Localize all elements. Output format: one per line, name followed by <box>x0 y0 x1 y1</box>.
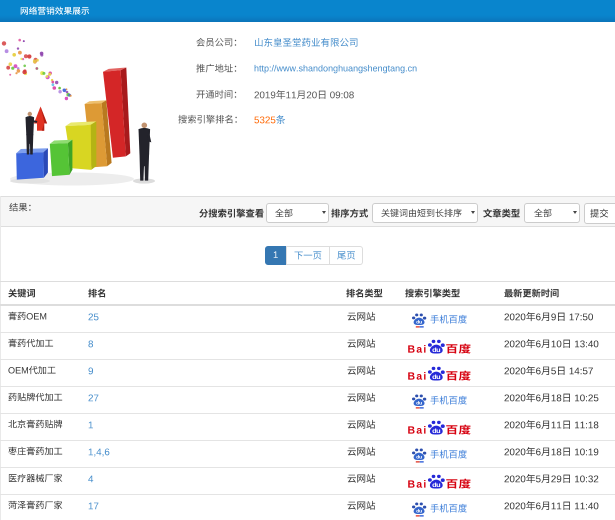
svg-text:du: du <box>432 347 440 354</box>
svg-text:du: du <box>416 455 422 461</box>
svg-text:du: du <box>416 509 422 515</box>
svg-text:du: du <box>432 482 440 489</box>
svg-text:du: du <box>416 401 422 407</box>
svg-text:du: du <box>432 374 440 381</box>
svg-text:du: du <box>432 428 440 435</box>
svg-text:du: du <box>416 320 422 326</box>
